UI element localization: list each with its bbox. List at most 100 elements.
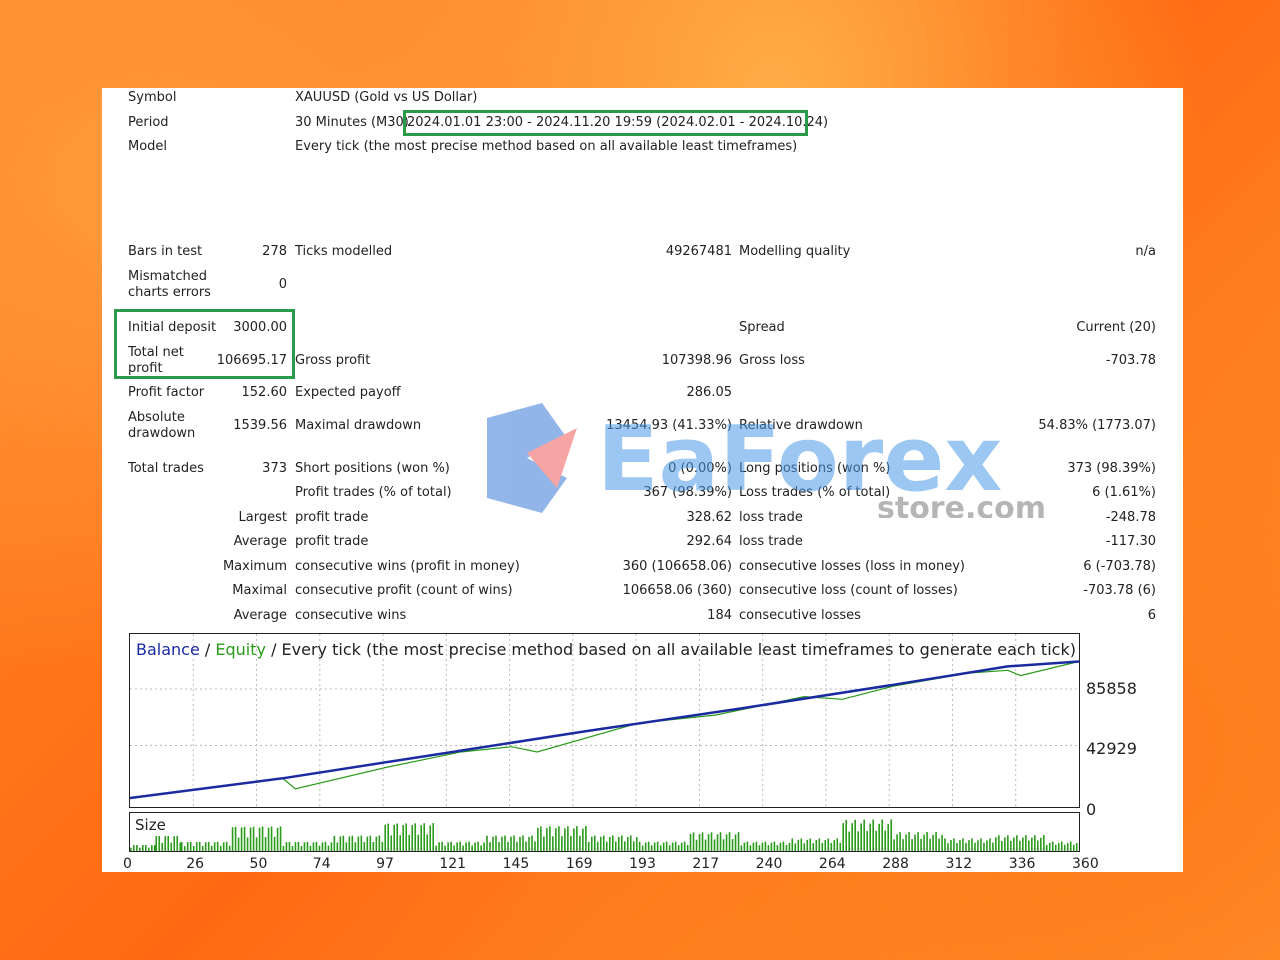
size-bar <box>599 836 602 851</box>
size-bar <box>438 842 440 851</box>
size-bar <box>252 826 255 851</box>
max-wins-value: 360 (106658.06) <box>622 559 732 574</box>
avg-losses-label: consecutive losses <box>739 608 861 623</box>
size-bar <box>176 835 179 851</box>
x-tick-label: 312 <box>945 856 973 872</box>
x-tick-label: 264 <box>818 856 846 872</box>
size-bar <box>737 832 740 851</box>
size-bar <box>360 835 363 851</box>
size-bar <box>225 841 228 851</box>
size-bar <box>246 837 249 851</box>
size-bar <box>854 819 856 851</box>
x-tick-label: 97 <box>376 856 394 872</box>
size-bar <box>920 838 922 851</box>
grossprofit-value: 107398.96 <box>661 353 732 368</box>
size-label: Size <box>135 816 166 834</box>
size-bar <box>1072 844 1075 851</box>
size-bar <box>534 841 536 851</box>
size-bar <box>899 832 901 851</box>
size-bar <box>324 841 327 851</box>
period-prefix: 30 Minutes (M30) <box>295 115 409 130</box>
x-tick-label: 193 <box>629 856 656 872</box>
size-bar <box>155 836 158 851</box>
size-bar <box>767 845 770 851</box>
size-bar <box>638 841 641 851</box>
size-bar <box>827 838 830 851</box>
size-bar <box>608 836 611 851</box>
size-bar <box>833 840 836 851</box>
size-bar <box>158 836 161 851</box>
size-bar <box>593 835 596 851</box>
size-bar <box>558 826 560 851</box>
size-bar <box>617 836 620 851</box>
size-bar <box>635 837 638 851</box>
size-bar <box>189 841 192 851</box>
legend-balance: Balance <box>136 640 200 659</box>
size-bar <box>459 841 461 851</box>
size-bar <box>348 836 351 851</box>
size-bar <box>300 845 303 851</box>
size-bar <box>579 835 581 851</box>
x-tick-label: 145 <box>502 856 530 872</box>
size-bar <box>908 832 910 851</box>
size-bar <box>516 841 518 851</box>
size-bar <box>546 828 548 851</box>
mxl-loss-label: consecutive loss (count of losses) <box>739 583 958 598</box>
absdd-value: 1539.56 <box>233 418 287 433</box>
size-bar <box>486 835 488 851</box>
maximum-label: Maximum <box>222 559 287 574</box>
size-bar <box>650 845 653 851</box>
series-line-equity <box>130 660 1079 799</box>
size-bar <box>815 839 818 851</box>
size-bar <box>441 841 443 851</box>
size-bar <box>779 842 782 851</box>
size-bar <box>1037 840 1039 851</box>
size-bar <box>510 836 512 851</box>
size-bar <box>917 832 919 851</box>
size-bar <box>809 838 812 851</box>
size-bar <box>1025 835 1027 851</box>
size-bar <box>354 842 357 851</box>
ptrades-value: 367 (98.39%) <box>643 485 732 500</box>
size-bar <box>552 836 554 851</box>
size-bar <box>995 837 997 851</box>
chart-title: Balance / Equity / Every tick (the most … <box>136 640 1076 659</box>
y-tick-label: 85858 <box>1086 679 1137 698</box>
size-bar <box>734 834 737 851</box>
size-bar <box>707 834 710 851</box>
size-bar <box>139 847 141 851</box>
size-bar <box>369 835 372 851</box>
mxl-loss-value: -703.78 (6) <box>1083 583 1156 598</box>
size-bar <box>944 838 946 851</box>
size-bar <box>821 843 824 851</box>
size-bar <box>405 823 408 851</box>
size-bar <box>312 842 315 851</box>
x-tick-label: 288 <box>882 856 909 872</box>
size-bar <box>456 842 458 851</box>
size-bar <box>201 845 204 851</box>
size-bar <box>213 842 216 851</box>
legend-equity: Equity <box>215 640 266 659</box>
size-bar <box>1001 840 1003 851</box>
size-bar <box>941 834 943 851</box>
deposit-profit-highlight-box <box>114 309 295 379</box>
size-bar <box>770 842 773 851</box>
size-bar <box>761 842 764 851</box>
mxl-profit-label: consecutive profit (count of wins) <box>295 583 513 598</box>
largest-loss-value: -248.78 <box>1105 510 1156 525</box>
chart-grid <box>130 634 1079 807</box>
size-bar <box>1007 835 1009 851</box>
x-tick-label: 121 <box>439 856 467 872</box>
y-tick-label: 0 <box>1086 800 1097 819</box>
size-bar <box>495 835 497 851</box>
mismatch-value: 0 <box>278 277 287 292</box>
size-bar <box>423 823 426 851</box>
grossloss-value: -703.78 <box>1105 353 1156 368</box>
size-bar <box>818 838 821 851</box>
largest-loss-label: loss trade <box>739 510 803 525</box>
size-bar <box>396 823 399 851</box>
balance-chart: Balance / Equity / Every tick (the most … <box>129 633 1080 808</box>
size-bar <box>408 834 411 851</box>
average-loss-label: loss trade <box>739 534 803 549</box>
size-bar <box>435 845 437 851</box>
